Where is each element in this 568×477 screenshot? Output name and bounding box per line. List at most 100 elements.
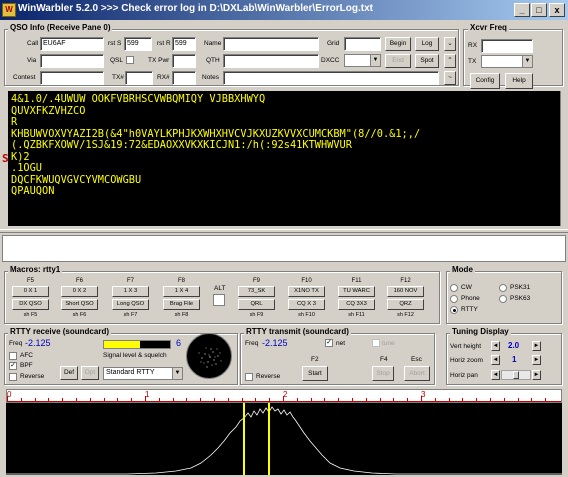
- tx-power-input[interactable]: [172, 54, 196, 68]
- macro-f12-button[interactable]: 160 NOV: [387, 286, 424, 297]
- alt-checkbox[interactable]: [213, 294, 225, 306]
- macro-f9-button[interactable]: 73_SK: [238, 286, 275, 297]
- stop-button[interactable]: Stop: [372, 366, 394, 381]
- spot-button[interactable]: Spot: [415, 54, 439, 68]
- scale-minor-tick: [76, 398, 77, 401]
- tune-label: tune: [382, 340, 395, 347]
- scale-minor-tick: [103, 398, 105, 401]
- minimize-button[interactable]: _: [514, 3, 530, 17]
- rst-sent-input[interactable]: 599: [124, 37, 152, 51]
- macro-f5-button[interactable]: 0 X 1: [12, 286, 49, 297]
- horiz-pan-right[interactable]: ►: [532, 370, 541, 380]
- afc-checkbox[interactable]: [9, 352, 17, 360]
- rx-line: (.QZBKFXOWV/1SJ&19:72&EDAOXXVKXKICJN1:/h…: [11, 139, 352, 151]
- abort-button[interactable]: Abort: [404, 366, 430, 381]
- macro-shf12-button[interactable]: QRZ: [387, 299, 424, 310]
- start-button[interactable]: Start: [302, 366, 328, 381]
- scale-minor-tick: [283, 396, 284, 401]
- mode-cw-radio[interactable]: [450, 284, 458, 292]
- rx-line: QUVXFKZVHZCO: [11, 104, 86, 117]
- vert-height-increase[interactable]: ►: [532, 341, 541, 351]
- macro-f7-button[interactable]: 1 X 3: [112, 286, 149, 297]
- mode-psk63-radio[interactable]: [499, 295, 507, 303]
- tune-checkbox[interactable]: [372, 339, 380, 347]
- macro-f8-button[interactable]: 1 X 4: [163, 286, 200, 297]
- horiz-pan-label: Horiz pan: [450, 372, 478, 379]
- fkey-label: F9: [252, 278, 260, 284]
- horiz-pan-thumb[interactable]: [513, 371, 519, 379]
- spectrum-trace: [6, 406, 562, 475]
- rtty-profile-dropdown[interactable]: Standard RTTY ▼: [103, 367, 183, 380]
- maximize-button[interactable]: □: [531, 3, 547, 17]
- receive-pane-scrollbar[interactable]: [560, 91, 566, 226]
- vert-height-value: 2.0: [508, 341, 520, 350]
- tilde-button[interactable]: ~: [444, 71, 456, 85]
- fkey-label: F7: [126, 278, 134, 284]
- macro-f11-button[interactable]: TU WARC: [338, 286, 375, 297]
- macro-shf5-button[interactable]: DX QSO: [12, 299, 49, 310]
- pane-splitter[interactable]: [0, 229, 568, 233]
- horiz-pan-left[interactable]: ◄: [491, 370, 500, 380]
- mode-psk31-radio[interactable]: [499, 284, 507, 292]
- def-button[interactable]: Def: [60, 366, 78, 380]
- call-input[interactable]: EU6AF: [40, 37, 104, 51]
- log-button[interactable]: Log: [415, 37, 439, 51]
- close-button[interactable]: x: [549, 3, 565, 17]
- begin-button[interactable]: Begin: [385, 37, 411, 51]
- name-input[interactable]: [223, 37, 319, 51]
- window-title: WinWarbler 5.2.0 >>> Check error log in …: [18, 3, 373, 14]
- via-input[interactable]: [40, 54, 104, 68]
- rx-reverse-checkbox[interactable]: [9, 373, 17, 381]
- macro-shf9-button[interactable]: QRL: [238, 299, 275, 310]
- notes-input[interactable]: [223, 71, 439, 85]
- config-button[interactable]: Config: [470, 73, 500, 89]
- rx-serial-input[interactable]: [172, 71, 196, 85]
- tx-reverse-checkbox[interactable]: [245, 373, 253, 381]
- alt-label: ALT: [214, 285, 226, 292]
- chevron-up-icon: ⌃: [447, 57, 453, 64]
- macro-shf6-button[interactable]: Short QSO: [61, 299, 98, 310]
- bpf-checkbox[interactable]: ✓: [9, 362, 17, 370]
- net-checkbox[interactable]: ✓: [325, 339, 333, 347]
- rst-received-input[interactable]: 599: [172, 37, 196, 51]
- horiz-pan-track[interactable]: [501, 370, 531, 380]
- horiz-zoom-decrease[interactable]: ◄: [491, 355, 500, 365]
- grid-input[interactable]: [344, 37, 381, 51]
- opt-button[interactable]: Opt: [81, 366, 99, 380]
- transmit-pane[interactable]: [2, 235, 566, 262]
- macro-shf11-button[interactable]: CQ 3X3: [338, 299, 375, 310]
- horiz-zoom-increase[interactable]: ►: [532, 355, 541, 365]
- contest-input[interactable]: [40, 71, 104, 85]
- macro-shf8-button[interactable]: Brag File: [163, 299, 200, 310]
- vert-height-decrease[interactable]: ◄: [491, 341, 500, 351]
- receive-pane[interactable]: 4&1.0/.4UWUW OOKFVBRHSCVWBQMIQY VJBBXHWY…: [8, 91, 560, 226]
- macro-shf7-button[interactable]: Long QSO: [112, 299, 149, 310]
- macros-label: Macros: rtty1: [8, 265, 63, 274]
- mode-rtty-radio[interactable]: [450, 306, 458, 314]
- end-button[interactable]: End: [385, 54, 411, 68]
- tx-freq-dropdown[interactable]: ▼: [481, 55, 533, 68]
- scale-minor-tick: [476, 398, 478, 401]
- collapse-button[interactable]: ⌃: [444, 54, 456, 68]
- expand-button[interactable]: ⌄: [444, 37, 456, 51]
- dropdown-arrow-icon: ▼: [370, 55, 380, 66]
- mode-phone-radio[interactable]: [450, 295, 458, 303]
- qsl-checkbox[interactable]: [126, 56, 134, 64]
- qth-input[interactable]: [223, 54, 319, 68]
- shift-key-label: sh F10: [298, 312, 315, 318]
- rx-freq-input[interactable]: [481, 39, 533, 53]
- tx-freq-value: -2.125: [262, 338, 288, 348]
- help-button[interactable]: Help: [505, 73, 533, 89]
- macro-f6-button[interactable]: 0 X 2: [61, 286, 98, 297]
- shift-key-label: sh F7: [123, 312, 138, 318]
- app-icon[interactable]: W: [2, 3, 16, 17]
- scale-minor-tick: [490, 398, 491, 401]
- macro-f10-button[interactable]: X1NO TX: [288, 286, 325, 297]
- signal-level-caption: Signal level & squelch: [103, 352, 167, 359]
- macro-shf10-button[interactable]: CQ X 3: [288, 299, 325, 310]
- fkey-label: F10: [301, 278, 312, 284]
- scale-minor-tick: [131, 398, 133, 401]
- tx-serial-input[interactable]: [125, 71, 153, 85]
- dxcc-dropdown[interactable]: ▼: [344, 54, 381, 67]
- spectrum-display[interactable]: [6, 403, 562, 475]
